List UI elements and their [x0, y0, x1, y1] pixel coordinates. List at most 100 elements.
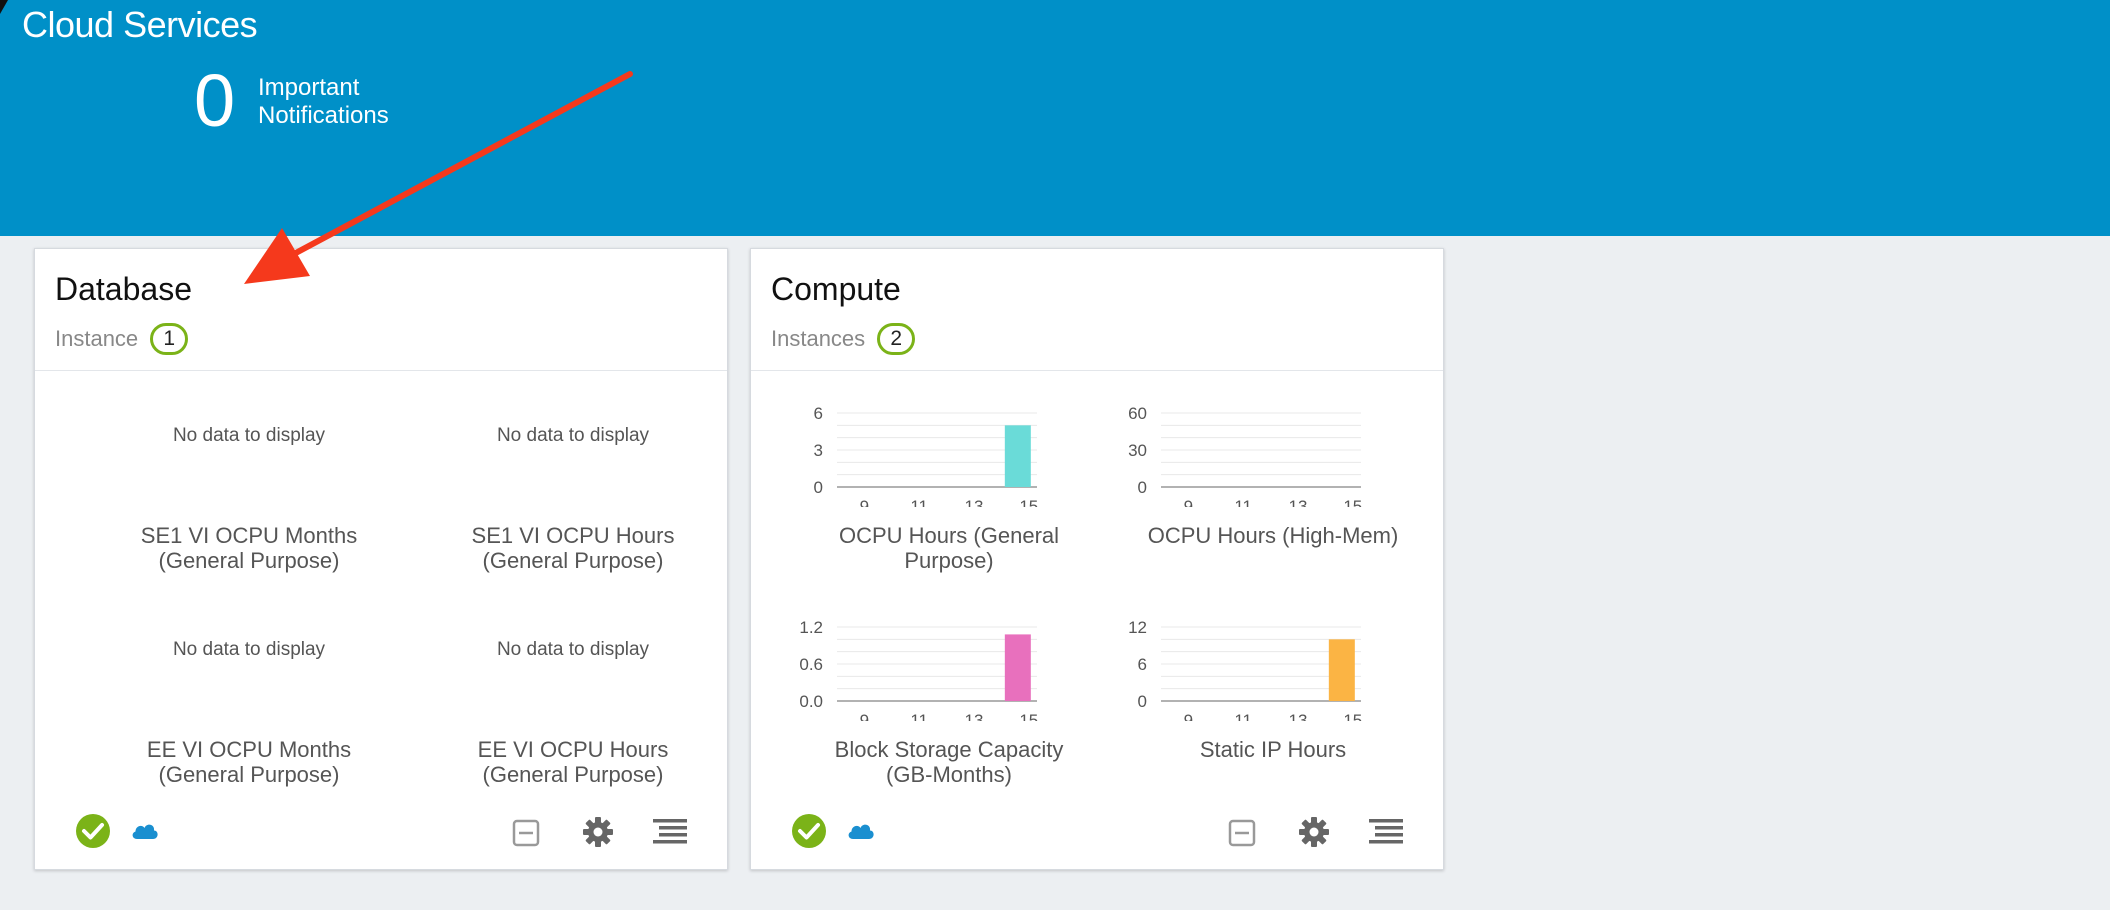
y-tick-label: 6	[814, 404, 823, 423]
metric-tile: 0 6 12 9 11 13 15 Static IP Hours	[1111, 597, 1435, 797]
instance-count-badge[interactable]: 2	[877, 323, 916, 355]
no-data-message: No data to display	[496, 639, 650, 660]
card-footer	[35, 793, 727, 869]
metric-label-line1: SE1 VI OCPU Months	[140, 523, 358, 548]
metric-tile: No data to display EE VI OCPU Hours (Gen…	[411, 605, 735, 805]
x-tick-label: 9	[860, 497, 869, 507]
static-ip-hours-chart[interactable]: 0 6 12 9 11 13 15	[1111, 597, 1411, 721]
card-divider	[35, 370, 727, 371]
metric-label[interactable]: SE1 VI OCPU Hours (General Purpose)	[411, 523, 735, 573]
metric-tile: No data to display EE VI OCPU Months (Ge…	[87, 605, 411, 805]
metric-label-line2: (General Purpose)	[158, 762, 340, 787]
metric-label[interactable]: EE VI OCPU Months (General Purpose)	[87, 737, 411, 787]
cloud-icon	[132, 824, 158, 839]
gear-icon[interactable]	[581, 815, 615, 849]
card-title[interactable]: Database	[55, 271, 192, 308]
metric-label-line1: Static IP Hours	[1199, 737, 1347, 762]
x-tick-label: 13	[965, 497, 984, 507]
y-tick-label: 12	[1128, 618, 1147, 637]
x-tick-label: 15	[1343, 497, 1362, 507]
no-data-message: No data to display	[172, 639, 326, 660]
menu-icon[interactable]	[1369, 817, 1403, 847]
minimize-icon[interactable]	[1228, 819, 1256, 847]
metric-label-line1: OCPU Hours (General	[838, 523, 1060, 548]
database-card: Database Instance 1 No data to display S…	[34, 248, 728, 870]
y-tick-label: 3	[814, 441, 823, 460]
mouse-cursor-icon	[0, 0, 8, 14]
no-data-message: No data to display	[496, 425, 650, 446]
x-tick-label: 15	[1019, 497, 1038, 507]
block-storage-chart[interactable]: 0.0 0.6 1.2 9 11 13 15	[787, 597, 1087, 721]
metric-label[interactable]: OCPU Hours (High-Mem)	[1111, 523, 1435, 548]
x-tick-label: 13	[1289, 497, 1308, 507]
compute-card: Compute Instances 2 0 3 6 9 11 13 15 OCPU Hour…	[750, 248, 1444, 870]
cloud-icon	[848, 824, 874, 839]
metric-tile: No data to display SE1 VI OCPU Months (G…	[87, 391, 411, 591]
x-tick-label: 11	[910, 497, 928, 507]
ocpu-hours-highmem-chart[interactable]: 0 30 60 9 11 13 15	[1111, 383, 1411, 507]
x-tick-label: 9	[1184, 711, 1193, 721]
chart-bar[interactable]	[1004, 634, 1031, 701]
check-circle-icon	[792, 814, 826, 848]
metric-label[interactable]: Static IP Hours	[1111, 737, 1435, 762]
x-tick-label: 11	[1234, 497, 1252, 507]
x-tick-label: 15	[1343, 711, 1362, 721]
page-title: Cloud Services	[22, 4, 258, 45]
metric-label-line2: (General Purpose)	[482, 548, 664, 573]
metric-label-line2: Purpose)	[904, 548, 994, 573]
metric-label-line1: EE VI OCPU Months	[146, 737, 352, 762]
metric-label-line1: OCPU Hours (High-Mem)	[1147, 523, 1399, 548]
metric-label-line1: Block Storage Capacity	[834, 737, 1064, 762]
metric-tile: No data to display SE1 VI OCPU Hours (Ge…	[411, 391, 735, 591]
x-tick-label: 15	[1019, 711, 1038, 721]
notification-label-line2: Notifications	[258, 102, 389, 129]
ocpu-hours-general-chart[interactable]: 0 3 6 9 11 13 15	[787, 383, 1087, 507]
metric-tile: 0.0 0.6 1.2 9 11 13 15 Block Storage Capacity …	[787, 597, 1111, 797]
card-divider	[751, 370, 1443, 371]
metric-label-line2: (General Purpose)	[158, 548, 340, 573]
y-tick-label: 60	[1128, 404, 1147, 423]
x-tick-label: 13	[1289, 711, 1308, 721]
metric-label[interactable]: OCPU Hours (General Purpose)	[787, 523, 1111, 573]
minimize-icon[interactable]	[512, 819, 540, 847]
gear-icon[interactable]	[1297, 815, 1331, 849]
metric-label[interactable]: EE VI OCPU Hours (General Purpose)	[411, 737, 735, 787]
metric-tile: 0 30 60 9 11 13 15 OCPU Hours (High-Mem)	[1111, 383, 1435, 583]
instances-label: Instances	[771, 326, 866, 351]
card-subtitle: Instances 2	[771, 323, 916, 355]
metric-tile: 0 3 6 9 11 13 15 OCPU Hours (General Purpose)	[787, 383, 1111, 583]
metric-label-line1: EE VI OCPU Hours	[477, 737, 669, 762]
y-tick-label: 1.2	[799, 618, 823, 637]
x-tick-label: 11	[910, 711, 928, 721]
check-circle-icon	[76, 814, 110, 848]
x-tick-label: 9	[860, 711, 869, 721]
card-title[interactable]: Compute	[771, 271, 901, 308]
chart-bar[interactable]	[1004, 425, 1031, 487]
y-tick-label: 6	[1138, 655, 1147, 674]
y-tick-label: 30	[1128, 441, 1147, 460]
no-data-message: No data to display	[172, 425, 326, 446]
y-tick-label: 0.6	[799, 655, 823, 674]
x-tick-label: 11	[1234, 711, 1252, 721]
metric-label[interactable]: Block Storage Capacity (GB-Months)	[787, 737, 1111, 787]
notification-label[interactable]: Important Notifications	[258, 74, 438, 130]
x-tick-label: 9	[1184, 497, 1193, 507]
y-tick-label: 0	[1138, 692, 1147, 711]
y-tick-label: 0.0	[799, 692, 823, 711]
metric-label-line2: (General Purpose)	[482, 762, 664, 787]
notification-label-line1: Important	[258, 74, 360, 101]
metric-label-line1: SE1 VI OCPU Hours	[471, 523, 675, 548]
card-subtitle: Instance 1	[55, 323, 189, 355]
instance-count-badge[interactable]: 1	[150, 323, 189, 355]
y-tick-label: 0	[814, 478, 823, 497]
header-banner: Cloud Services 0 Important Notifications	[0, 0, 2110, 236]
x-tick-label: 13	[965, 711, 984, 721]
chart-bar[interactable]	[1328, 639, 1355, 701]
menu-icon[interactable]	[653, 817, 687, 847]
metric-label-line2: (GB-Months)	[886, 762, 1012, 787]
metric-label[interactable]: SE1 VI OCPU Months (General Purpose)	[87, 523, 411, 573]
notification-count[interactable]: 0	[194, 64, 235, 138]
instance-label: Instance	[55, 326, 139, 351]
y-tick-label: 0	[1138, 478, 1147, 497]
card-footer	[751, 793, 1443, 869]
